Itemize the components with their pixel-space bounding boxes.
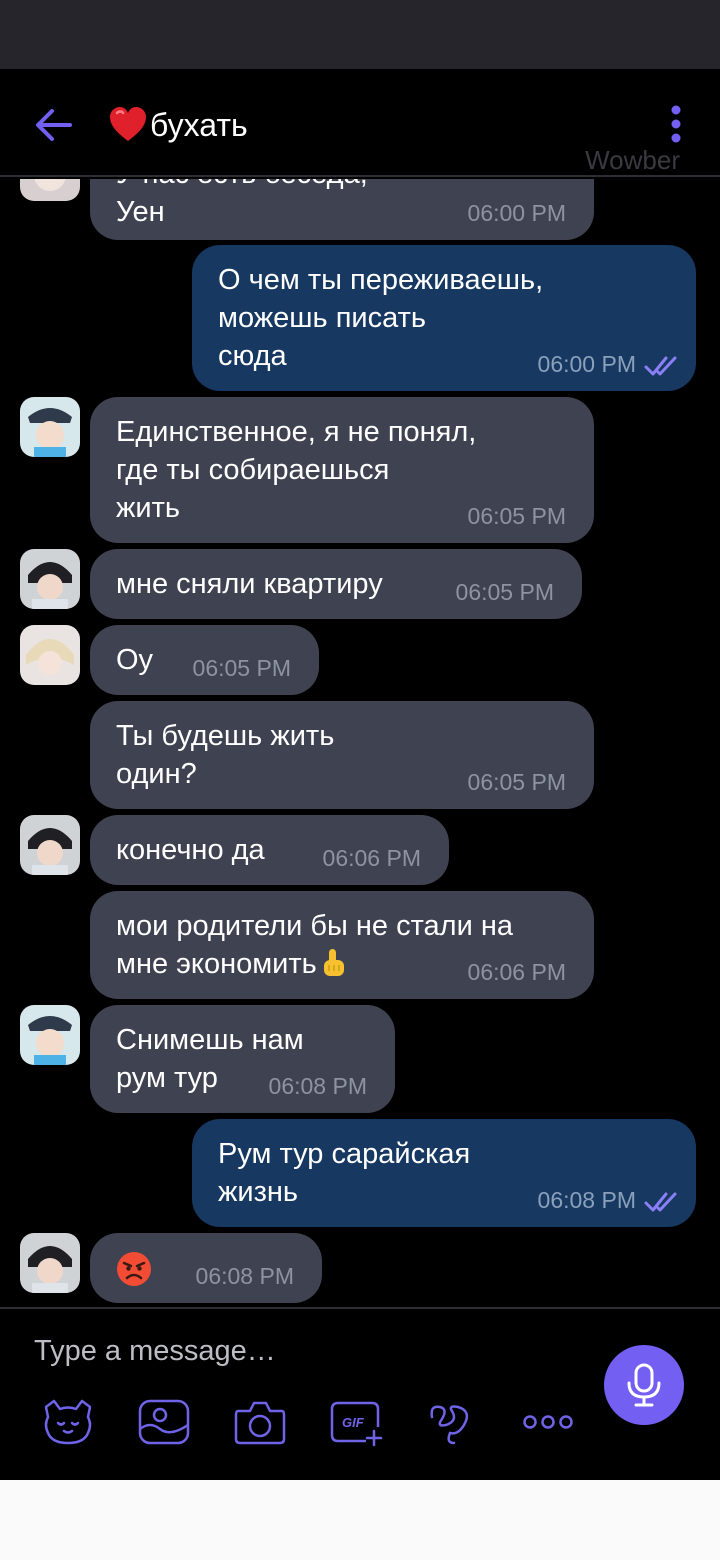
more-horizontal-icon[interactable]	[520, 1397, 576, 1447]
more-vertical-icon[interactable]	[660, 105, 692, 145]
pointing-up-emoji-icon	[323, 949, 344, 976]
message-time: 06:08 PM	[537, 1187, 636, 1213]
avatar[interactable]	[20, 397, 80, 457]
message-text: можешь писать	[218, 302, 426, 334]
microphone-icon	[627, 1363, 661, 1407]
gif-icon[interactable]: GIF	[328, 1397, 384, 1447]
double-check-icon	[644, 1192, 677, 1212]
message-bubble[interactable]: конечно да 06:06 PM	[90, 815, 449, 885]
message-bubble[interactable]: Ты будешь жить один? 06:05 PM	[90, 701, 594, 809]
message-bubble[interactable]: 06:08 PM	[90, 1233, 322, 1303]
avatar[interactable]	[20, 1005, 80, 1065]
message-bubble[interactable]: мои родители бы не стали на мне экономит…	[90, 891, 594, 999]
message-bubble-outgoing[interactable]: О чем ты переживаешь, можешь писать сюда…	[192, 245, 696, 391]
message-text: У нас есть беседа,	[116, 179, 568, 193]
svg-text:GIF: GIF	[342, 1415, 365, 1430]
message-time: 06:08 PM	[268, 1073, 367, 1099]
avatar[interactable]	[20, 625, 80, 685]
double-check-icon	[644, 356, 677, 376]
message-time: 06:00 PM	[467, 200, 566, 226]
status-bar	[0, 0, 720, 69]
message-text: где ты собираешься	[116, 454, 390, 486]
chat-title-text: бухать	[150, 106, 248, 143]
message-time: 06:05 PM	[467, 503, 566, 529]
message-text: Единственное, я не понял,	[116, 416, 477, 448]
message-time: 06:06 PM	[322, 845, 421, 871]
message-text: мои родители бы не стали на	[116, 910, 513, 942]
chat-title[interactable]: бухать	[108, 105, 248, 145]
message-bubble[interactable]: У нас есть беседа, Уен 06:00 PM	[90, 179, 594, 240]
heart-icon	[110, 107, 146, 141]
chat-screen: бухать Wowber У нас есть беседа, Уен 06:…	[0, 0, 720, 1560]
message-text: О чем ты переживаешь,	[218, 264, 544, 296]
message-bubble-outgoing[interactable]: Рум тур сарайская жизнь 06:08 PM	[192, 1119, 696, 1227]
message-bubble[interactable]: Оу 06:05 PM	[90, 625, 319, 695]
message-text: Ты будешь жить	[116, 720, 335, 752]
message-bubble[interactable]: Единственное, я не понял, где ты собирае…	[90, 397, 594, 543]
avatar[interactable]	[20, 549, 80, 609]
doodle-icon[interactable]	[424, 1397, 480, 1447]
avatar[interactable]	[20, 179, 80, 201]
avatar[interactable]	[20, 1233, 80, 1293]
message-time: 06:08 PM	[195, 1263, 294, 1289]
message-time: 06:00 PM	[537, 351, 636, 377]
message-time: 06:05 PM	[467, 769, 566, 795]
gallery-icon[interactable]	[136, 1397, 192, 1447]
message-list[interactable]: У нас есть беседа, Уен 06:00 PM О чем ты…	[0, 179, 720, 1307]
message-time: 06:05 PM	[455, 579, 554, 605]
message-bubble[interactable]: Снимешь нам рум тур 06:08 PM	[90, 1005, 395, 1113]
message-time: 06:05 PM	[192, 655, 291, 681]
arrow-left-icon[interactable]	[30, 103, 78, 147]
mic-button[interactable]	[604, 1345, 684, 1425]
message-text: мне экономить	[116, 948, 317, 980]
angry-face-emoji-icon	[117, 1252, 151, 1286]
sticker-icon[interactable]	[40, 1397, 96, 1447]
message-input[interactable]	[34, 1329, 574, 1373]
message-text: Снимешь нам	[116, 1024, 304, 1056]
watermark: Wowber	[585, 145, 680, 175]
message-time: 06:06 PM	[467, 959, 566, 985]
avatar[interactable]	[20, 815, 80, 875]
message-bubble[interactable]: мне сняли квартиру 06:05 PM	[90, 549, 582, 619]
camera-icon[interactable]	[232, 1397, 288, 1447]
chat-header: бухать Wowber	[0, 69, 720, 177]
message-text: Рум тур сарайская	[218, 1138, 471, 1170]
system-nav-area	[0, 1480, 720, 1560]
composer: GIF	[0, 1307, 720, 1480]
